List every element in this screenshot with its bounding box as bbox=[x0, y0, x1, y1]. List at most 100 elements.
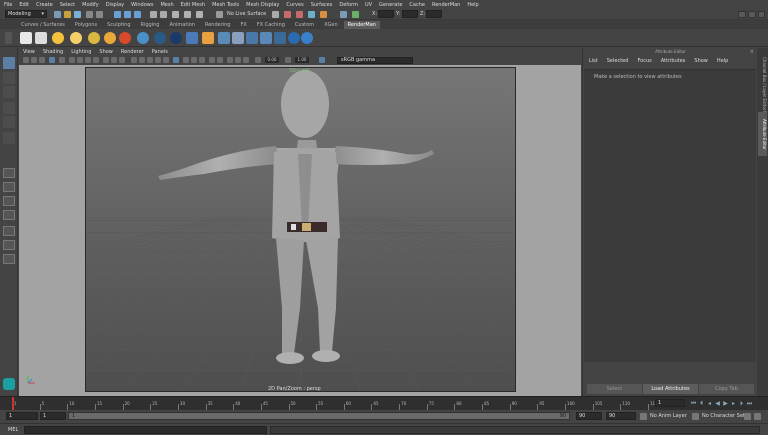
panel-menu-panels[interactable]: Panels bbox=[152, 49, 168, 55]
resolution-gate[interactable] bbox=[85, 67, 516, 392]
menu-item-help[interactable]: Help bbox=[467, 2, 478, 8]
grid-icon[interactable] bbox=[246, 32, 258, 44]
command-input[interactable] bbox=[24, 426, 267, 434]
preferences-icon[interactable] bbox=[744, 413, 751, 420]
menu-item-mesh-display[interactable]: Mesh Display bbox=[246, 2, 279, 8]
smooth-shade-icon[interactable] bbox=[139, 57, 145, 63]
ae-menu-attributes[interactable]: Attributes bbox=[661, 58, 686, 64]
dome-light-icon[interactable] bbox=[104, 32, 116, 44]
shelf-tab-rendering[interactable]: Rendering bbox=[200, 21, 235, 29]
layout-outliner-icon[interactable] bbox=[3, 210, 15, 220]
eye-icon[interactable] bbox=[186, 32, 198, 44]
shelf-tab-xgen[interactable]: XGen bbox=[320, 21, 342, 29]
layout-render-icon[interactable] bbox=[3, 254, 15, 264]
select-button[interactable]: Select bbox=[587, 384, 642, 394]
x-field[interactable] bbox=[378, 10, 394, 18]
new-scene-icon[interactable] bbox=[54, 11, 61, 18]
scene-end-field[interactable]: 90 bbox=[606, 412, 636, 420]
shadows-icon[interactable] bbox=[173, 57, 179, 63]
snap-point-icon[interactable] bbox=[172, 11, 179, 18]
tab-channel-box[interactable]: Channel Box / Layer Editor bbox=[758, 54, 767, 110]
menu-item-generate[interactable]: Generate bbox=[379, 2, 402, 8]
film-gate-icon[interactable] bbox=[77, 57, 83, 63]
shelf-tab-sculpting[interactable]: Sculpting bbox=[103, 21, 135, 29]
character-set-dropdown[interactable]: No Character Set bbox=[702, 412, 745, 420]
move-tool-icon[interactable] bbox=[3, 102, 15, 114]
textured-icon[interactable] bbox=[155, 57, 161, 63]
range-slider[interactable]: 1 90 bbox=[68, 412, 570, 420]
menu-item-windows[interactable]: Windows bbox=[131, 2, 153, 8]
redo-icon[interactable] bbox=[96, 11, 103, 18]
depth-of-field-icon[interactable] bbox=[209, 57, 215, 63]
gamma-field[interactable]: 1.00 bbox=[295, 57, 309, 63]
scene-start-field[interactable]: 1 bbox=[6, 412, 38, 420]
render-settings-icon[interactable] bbox=[320, 11, 327, 18]
select-hierarchy-icon[interactable] bbox=[114, 11, 121, 18]
step-back-icon[interactable]: ⏴ bbox=[698, 400, 705, 407]
layout-single-icon[interactable] bbox=[3, 168, 15, 178]
save-scene-icon[interactable] bbox=[74, 11, 81, 18]
sun-light-icon[interactable] bbox=[70, 32, 82, 44]
ae-menu-list[interactable]: List bbox=[589, 58, 598, 64]
live-surface-icon[interactable] bbox=[216, 11, 223, 18]
panel-menu-view[interactable]: View bbox=[23, 49, 35, 55]
camera-icon[interactable] bbox=[274, 32, 286, 44]
auto-key-icon[interactable] bbox=[754, 413, 761, 420]
time-slider[interactable]: 1 5 10 15 20 25 30 35 40 45 50 55 60 65 70 75 80 85 90 95 10… bbox=[0, 396, 768, 410]
camera-attr-icon[interactable] bbox=[23, 57, 29, 63]
wireframe-on-shaded-icon[interactable] bbox=[147, 57, 153, 63]
panel-menu-renderer[interactable]: Renderer bbox=[121, 49, 144, 55]
bookmark-icon[interactable] bbox=[31, 57, 37, 63]
construction-history-icon[interactable] bbox=[272, 11, 279, 18]
shelf-tab-fx-caching[interactable]: FX Caching bbox=[252, 21, 289, 29]
bulb-icon[interactable] bbox=[202, 32, 214, 44]
layout-hypershade-icon[interactable] bbox=[3, 240, 15, 250]
field-chart-icon[interactable] bbox=[103, 57, 109, 63]
play-backward-icon[interactable]: ◀ bbox=[714, 400, 721, 407]
current-time-indicator[interactable] bbox=[12, 397, 14, 410]
toggle-sidebar-button[interactable] bbox=[738, 11, 746, 18]
menu-item-file[interactable]: File bbox=[4, 2, 12, 8]
clapper-render-icon[interactable] bbox=[20, 32, 32, 44]
exposure-field[interactable]: 0.00 bbox=[265, 57, 279, 63]
safe-action-icon[interactable] bbox=[111, 57, 117, 63]
xray-components-icon[interactable] bbox=[243, 57, 249, 63]
shelf-tab-curves-surfaces[interactable]: Curves / Surfaces bbox=[17, 21, 69, 29]
select-object-icon[interactable] bbox=[124, 11, 131, 18]
grease-pencil-icon[interactable] bbox=[59, 57, 65, 63]
menu-item-select[interactable]: Select bbox=[60, 2, 75, 8]
anti-aliasing-icon[interactable] bbox=[199, 57, 205, 63]
shelf-tab-rigging[interactable]: Rigging bbox=[136, 21, 164, 29]
snap-grid-icon[interactable] bbox=[150, 11, 157, 18]
menu-item-display[interactable]: Display bbox=[106, 2, 124, 8]
safe-title-icon[interactable] bbox=[119, 57, 125, 63]
sphere-material-icon[interactable] bbox=[137, 32, 149, 44]
playback-start-field[interactable]: 1 bbox=[40, 412, 66, 420]
snap-view-icon[interactable] bbox=[184, 11, 191, 18]
menu-item-surfaces[interactable]: Surfaces bbox=[311, 2, 333, 8]
scale-tool-icon[interactable] bbox=[3, 132, 15, 144]
step-back-key-icon[interactable]: ◂ bbox=[706, 400, 713, 407]
menu-item-mesh[interactable]: Mesh bbox=[160, 2, 173, 8]
anim-layer-dropdown[interactable]: No Anim Layer bbox=[650, 412, 687, 420]
undo-icon[interactable] bbox=[86, 11, 93, 18]
pan-zoom-icon[interactable] bbox=[49, 57, 55, 63]
layout-four-icon[interactable] bbox=[3, 182, 15, 192]
ae-menu-selected[interactable]: Selected bbox=[607, 58, 629, 64]
menu-item-mesh-tools[interactable]: Mesh Tools bbox=[212, 2, 239, 8]
panel-menu-lighting[interactable]: Lighting bbox=[71, 49, 91, 55]
resolution-gate-icon[interactable] bbox=[85, 57, 91, 63]
tab-attribute-editor[interactable]: Attribute Editor bbox=[758, 112, 767, 156]
color-management-icon[interactable] bbox=[319, 57, 325, 63]
exposure-icon[interactable] bbox=[255, 57, 261, 63]
gamma-icon[interactable] bbox=[285, 57, 291, 63]
menu-item-renderman[interactable]: RenderMan bbox=[432, 2, 460, 8]
color-space-dropdown[interactable]: sRGB gamma bbox=[337, 57, 413, 64]
dark-sphere-icon[interactable] bbox=[154, 32, 166, 44]
xray-icon[interactable] bbox=[227, 57, 233, 63]
select-tool-icon[interactable] bbox=[3, 57, 15, 69]
ae-menu-help[interactable]: Help bbox=[717, 58, 728, 64]
menu-item-deform[interactable]: Deform bbox=[339, 2, 358, 8]
menu-item-curves[interactable]: Curves bbox=[286, 2, 303, 8]
shelf-tab-animation[interactable]: Animation bbox=[165, 21, 199, 29]
